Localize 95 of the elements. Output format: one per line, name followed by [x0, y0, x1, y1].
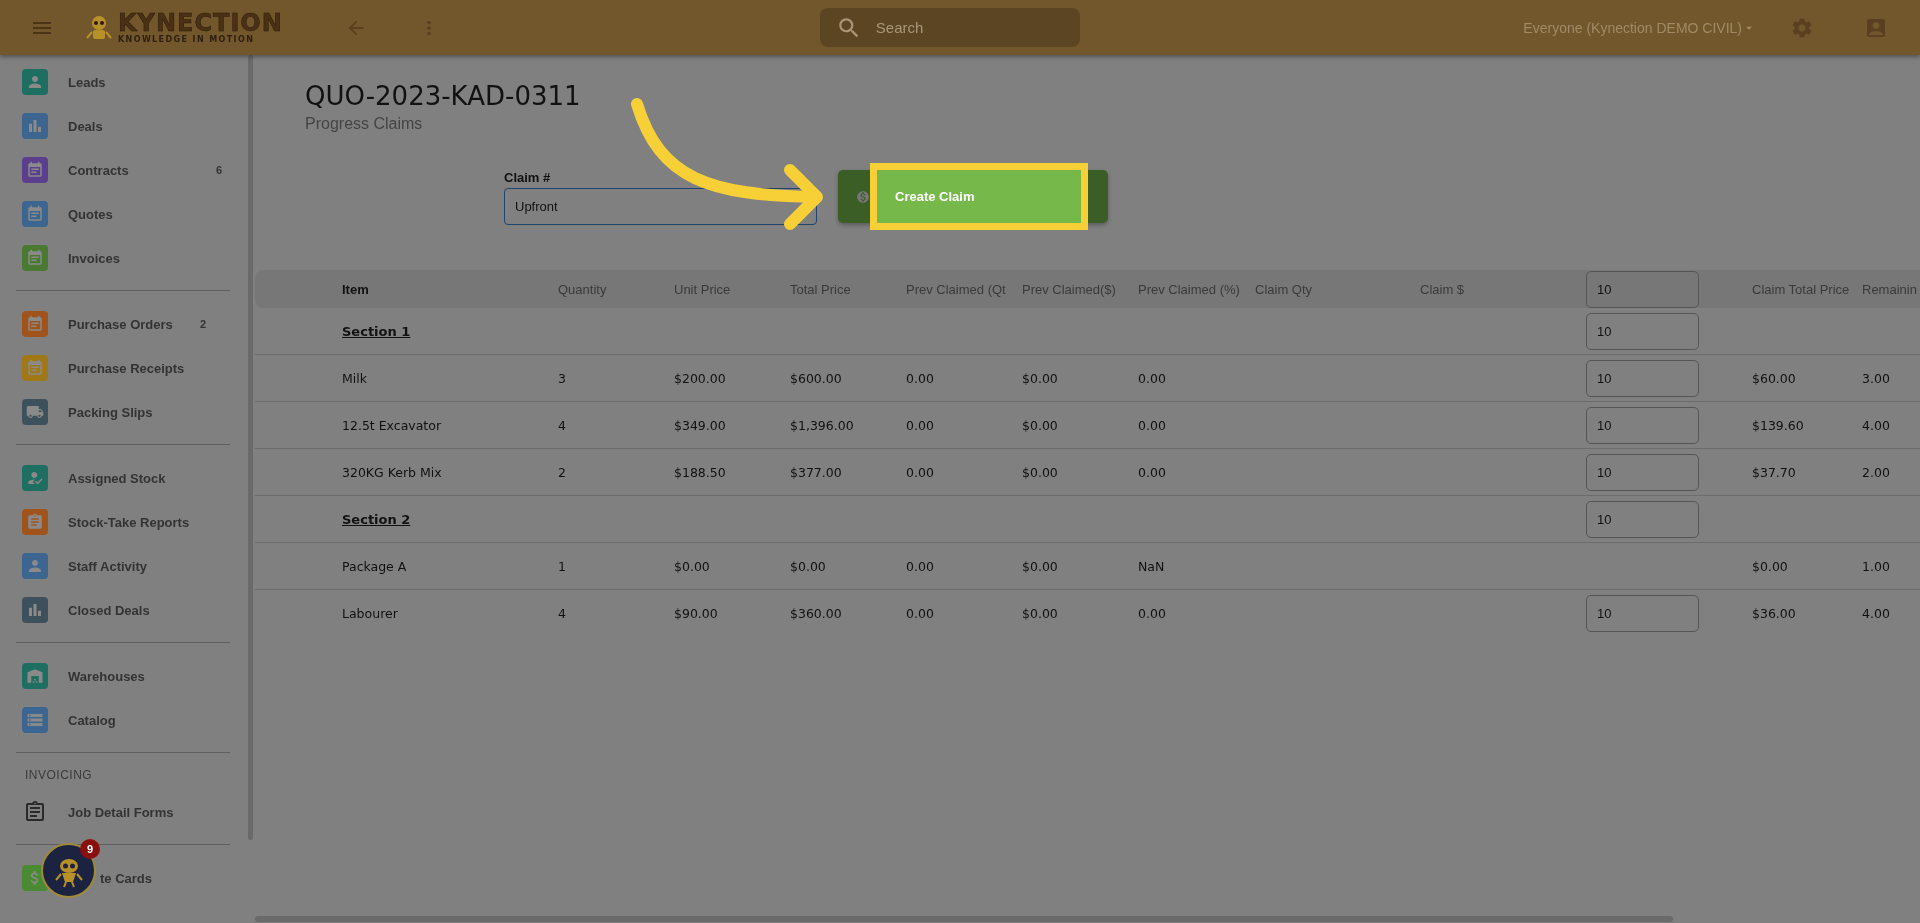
sidebar-item[interactable]: Closed Deals [0, 588, 230, 632]
table-cell-text: $0.00 [1022, 370, 1059, 386]
table-cell-text: $0.00 [1022, 558, 1059, 574]
notification-badge: 9 [80, 839, 100, 859]
sidebar-item[interactable]: Packing Slips [0, 390, 230, 434]
section-title: Section 1 [342, 323, 412, 339]
claim-percent-field[interactable]: 10 [1586, 500, 1699, 538]
table-cell-text: $60.00 [1752, 370, 1797, 386]
sidebar-item[interactable]: Catalog [0, 698, 230, 742]
search-bar[interactable]: Search [819, 8, 1080, 47]
sidebar-item[interactable]: Assigned Stock [0, 456, 230, 500]
column-header: Remainin [1862, 281, 1918, 297]
sidebar-item[interactable]: Leads [0, 60, 246, 104]
table-cell-text: $188.50 [674, 464, 727, 480]
sidebar-item[interactable]: Purchase Receipts [0, 346, 230, 390]
section-heading: INVOICING [24, 767, 94, 784]
claim-percent-field[interactable]: 10 [1586, 312, 1699, 350]
table-cell-text: 4.00 [1862, 606, 1891, 621]
page-title: QUO-2023-KAD-0311 [305, 81, 582, 111]
table-cell-text: $0.00 [1752, 558, 1789, 574]
sidebar-item[interactable]: Quotes [0, 192, 246, 236]
table-cell-text: Package A [342, 558, 408, 574]
table-cell-text: 4.00 [1862, 417, 1891, 433]
account-selector[interactable]: Everyone (Kynection DEMO CIVIL) [1523, 19, 1756, 36]
table-cell-text: 2.00 [1862, 464, 1891, 480]
claim-field[interactable]: Upfront [504, 188, 817, 225]
column-header: Claim Total Price [1752, 281, 1851, 297]
claim-percent-field[interactable]: 10 [1586, 453, 1699, 491]
search-field[interactable]: Search [873, 18, 1054, 37]
table-cell-text: NaN [1138, 558, 1166, 574]
logo: KYNECTION KNOWLEDGE IN MOTION [84, 11, 283, 44]
page-subtitle: Progress Claims [305, 115, 424, 133]
table-cell-text: 4 [558, 417, 567, 433]
create-claim-button[interactable]: Create Claim [870, 163, 1088, 230]
table-cell-text: 320KG Kerb Mix [342, 464, 443, 480]
section-title: Section 2 [342, 511, 412, 527]
table-cell-text: $377.00 [790, 464, 843, 480]
column-header: Prev Claimed($) [1022, 281, 1117, 297]
table-cell-text: 0.00 [906, 370, 935, 386]
claim-percent-field[interactable]: 10 [1586, 406, 1699, 444]
sidebar-item[interactable]: Staff Activity [0, 544, 230, 588]
field-label: Claim # [504, 170, 552, 185]
claim-percent-field[interactable]: 10 [1586, 595, 1699, 632]
column-header: Prev Claimed (Qt [906, 281, 1007, 297]
table-cell-text: 0.00 [906, 558, 935, 574]
sidebar-item[interactable]: Contracts 6 [0, 148, 246, 192]
table-cell-text: 0.00 [1138, 417, 1167, 433]
sidebar-item[interactable]: Invoices [0, 236, 246, 280]
table-cell-text: $0.00 [674, 558, 711, 574]
sidebar-item[interactable]: Purchase Orders 2 [0, 302, 230, 346]
table-cell-text: 0.00 [1138, 464, 1167, 480]
scrollbar[interactable] [248, 55, 253, 840]
sidebar-item[interactable]: Warehouses [0, 654, 230, 698]
table-cell-text: 1 [558, 558, 567, 574]
claim-percent-field[interactable]: 10 [1586, 270, 1699, 308]
column-header: Item [342, 281, 370, 297]
table-cell-text: $0.00 [1022, 464, 1059, 480]
table-cell-text: $0.00 [1022, 417, 1059, 433]
table-cell-text: 0.00 [1138, 370, 1167, 386]
table-cell-text: $90.00 [674, 606, 719, 621]
table-cell-text: $37.70 [1752, 464, 1797, 480]
count-label: 2 [199, 318, 206, 330]
table-cell-text: $360.00 [790, 606, 843, 621]
table-cell-text: 0.00 [906, 417, 935, 433]
settings-icon[interactable] [1790, 15, 1814, 40]
claim-percent-field[interactable]: 10 [1586, 359, 1699, 397]
table-cell-text: 2 [558, 464, 567, 480]
sidebar-item[interactable]: Stock-Take Reports [0, 500, 230, 544]
column-header: Unit Price [674, 281, 732, 297]
table-cell-text: 1.00 [1862, 558, 1891, 574]
table-cell-text: 0.00 [1138, 606, 1167, 621]
table-cell-text: 0.00 [906, 464, 935, 480]
table-cell-text: 3.00 [1862, 370, 1891, 386]
column-header: Total Price [790, 281, 852, 297]
column-header: Claim $ [1420, 281, 1466, 297]
table-cell-text: Labourer [342, 606, 399, 621]
table-cell-text: $0.00 [1022, 606, 1059, 621]
table-cell-text: $1,396.00 [790, 417, 855, 433]
column-header: Prev Claimed (%) [1138, 281, 1241, 297]
table-cell-text: 0.00 [906, 606, 935, 621]
table-cell-text: 12.5t Excavator [342, 417, 443, 433]
column-header: Claim Qty [1255, 281, 1314, 297]
table-cell-text: $36.00 [1752, 606, 1797, 621]
table-cell-text: Milk [342, 370, 368, 386]
table-cell-text: $139.60 [1752, 417, 1805, 433]
count-label: 6 [215, 164, 222, 176]
column-header: Quantity [558, 281, 608, 297]
table-cell-text: $349.00 [674, 417, 727, 433]
sidebar-item[interactable]: Deals [0, 104, 246, 148]
table-cell-text: 4 [558, 606, 567, 621]
sidebar-item[interactable]: Job Detail Forms [0, 790, 230, 834]
table-cell-text: 3 [558, 370, 567, 386]
table-cell-text: $600.00 [790, 370, 843, 386]
table-cell-text: $0.00 [790, 558, 827, 574]
table-cell-text: $200.00 [674, 370, 727, 386]
